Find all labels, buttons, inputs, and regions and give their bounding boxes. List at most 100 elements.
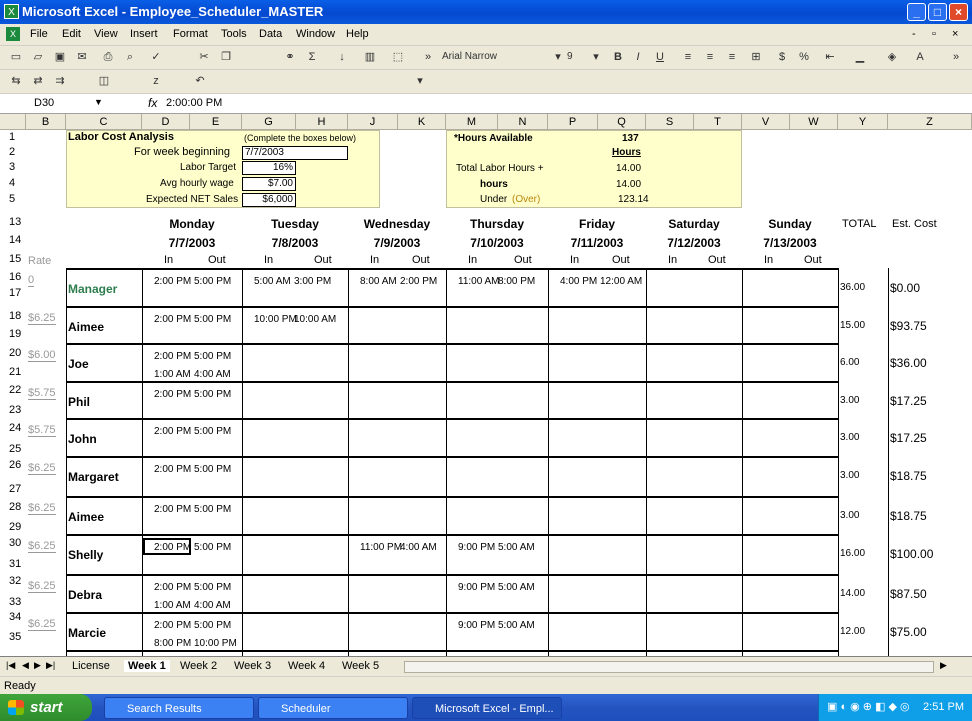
shift-out-0-0[interactable]: 5:00 PM xyxy=(194,276,231,287)
toolbar-more-icon[interactable]: » xyxy=(948,50,964,65)
row-header-19[interactable]: 19 xyxy=(0,327,26,342)
total-cell-8[interactable]: 14.00 xyxy=(840,588,865,599)
row-header-1[interactable]: 1 xyxy=(0,130,26,145)
column-header-n[interactable]: N xyxy=(498,114,548,130)
shift-out-1-1[interactable]: 10:00 AM xyxy=(294,314,336,325)
shift-in-7-3[interactable]: 9:00 PM xyxy=(458,542,495,553)
row-header-28[interactable]: 28 xyxy=(0,500,26,515)
shift2-in-2[interactable]: 1:00 AM xyxy=(154,369,191,380)
shift-out-0-1[interactable]: 3:00 PM xyxy=(294,276,331,287)
row-header-31[interactable]: 31 xyxy=(0,557,26,572)
employee-name-3[interactable]: Phil xyxy=(68,395,90,409)
row-header-24[interactable]: 24 xyxy=(0,421,26,436)
cost-cell-5[interactable]: $18.75 xyxy=(890,469,927,483)
column-header-w[interactable]: W xyxy=(790,114,838,130)
sheet-tab-week4[interactable]: Week 4 xyxy=(288,660,325,672)
sheet-tab-license[interactable]: License xyxy=(72,660,110,672)
menu-tools[interactable]: Tools xyxy=(221,28,247,40)
cost-cell-6[interactable]: $18.75 xyxy=(890,509,927,523)
column-header-p[interactable]: P xyxy=(548,114,598,130)
excel-app-icon[interactable]: X xyxy=(4,4,19,19)
row-header-21[interactable]: 21 xyxy=(0,365,26,380)
rate-cell-3[interactable]: $5.75 xyxy=(28,387,56,400)
start-button[interactable]: start xyxy=(0,694,92,721)
toolbar-options-icon-2[interactable]: ▾ xyxy=(412,74,428,89)
font-name-select[interactable]: Arial Narrow xyxy=(442,51,497,62)
employee-name-8[interactable]: Debra xyxy=(68,588,102,602)
shift-out-9-0[interactable]: 5:00 PM xyxy=(194,620,231,631)
indent-icon[interactable]: ⇤ xyxy=(822,50,838,65)
undo-icon[interactable]: ↶ xyxy=(192,74,208,89)
toolbar-options-icon[interactable]: » xyxy=(420,50,436,65)
week-input[interactable]: 7/7/2003 xyxy=(242,146,348,160)
shift-in-0-3[interactable]: 11:00 AM xyxy=(458,276,500,287)
employee-name-5[interactable]: Margaret xyxy=(68,470,119,484)
row-header-27[interactable]: 27 xyxy=(0,482,26,497)
column-header-c[interactable]: C xyxy=(66,114,142,130)
cost-cell-9[interactable]: $75.00 xyxy=(890,625,927,639)
taskbar-search-results[interactable]: Search Results xyxy=(104,697,254,719)
first-sheet-icon[interactable]: |◀ xyxy=(6,660,15,671)
column-header-s[interactable]: S xyxy=(646,114,694,130)
font-dropdown-icon[interactable]: ▾ xyxy=(550,50,566,65)
menu-file[interactable]: File xyxy=(30,28,48,40)
name-box[interactable]: D30 xyxy=(34,97,54,109)
shift-in-6-0[interactable]: 2:00 PM xyxy=(154,504,191,515)
column-header-z[interactable]: Z xyxy=(888,114,972,130)
row-header-2[interactable]: 2 xyxy=(0,145,26,160)
shift-in-0-4[interactable]: 4:00 PM xyxy=(560,276,597,287)
shift-in-8-0[interactable]: 2:00 PM xyxy=(154,582,191,593)
column-header-k[interactable]: K xyxy=(398,114,446,130)
menu-edit[interactable]: Edit xyxy=(62,28,81,40)
rate-cell-2[interactable]: $6.00 xyxy=(28,349,56,362)
active-cell[interactable] xyxy=(143,538,191,555)
new-icon[interactable]: ▭ xyxy=(8,50,24,65)
save-icon[interactable]: ▣ xyxy=(52,50,68,65)
align-left-icon[interactable]: ≡ xyxy=(680,50,696,65)
column-header-m[interactable]: M xyxy=(446,114,498,130)
align-center-icon[interactable]: ≡ xyxy=(702,50,718,65)
total-cell-6[interactable]: 3.00 xyxy=(840,510,859,521)
total-cell-5[interactable]: 3.00 xyxy=(840,470,859,481)
row-header-32[interactable]: 32 xyxy=(0,574,26,589)
workbook-icon[interactable]: X xyxy=(6,27,20,41)
employee-name-1[interactable]: Aimee xyxy=(68,320,104,334)
tray-icons[interactable]: ▣ ◐ ◉ ⊕ ◧ ◆ ◎ xyxy=(827,694,910,721)
shift-in-3-0[interactable]: 2:00 PM xyxy=(154,389,191,400)
row-header-22[interactable]: 22 xyxy=(0,383,26,398)
print-preview-icon[interactable]: ⌕ xyxy=(122,50,138,65)
row-header-17[interactable]: 17 xyxy=(0,286,26,301)
shift-out-8-3[interactable]: 5:00 AM xyxy=(498,582,535,593)
column-header-g[interactable]: G xyxy=(242,114,296,130)
shift-out-9-3[interactable]: 5:00 AM xyxy=(498,620,535,631)
hyperlink-icon[interactable]: ⚭ xyxy=(282,50,298,65)
employee-name-6[interactable]: Aimee xyxy=(68,510,104,524)
wage-input[interactable]: $7.00 xyxy=(242,177,296,191)
row-header-35[interactable]: 35 xyxy=(0,630,26,645)
italic-icon[interactable]: I xyxy=(630,50,646,65)
rate-cell-8[interactable]: $6.25 xyxy=(28,580,56,593)
shift-in-7-2[interactable]: 11:00 PM xyxy=(360,542,402,553)
shift-in-9-0[interactable]: 2:00 PM xyxy=(154,620,191,631)
doc-minimize-icon[interactable]: - xyxy=(912,28,916,40)
taskbar-excel[interactable]: Microsoft Excel - Empl... xyxy=(412,697,562,719)
total-cell-1[interactable]: 15.00 xyxy=(840,320,865,331)
row-header-5[interactable]: 5 xyxy=(0,192,26,207)
function-icon[interactable]: z xyxy=(148,74,164,89)
cost-cell-2[interactable]: $36.00 xyxy=(890,356,927,370)
cost-cell-4[interactable]: $17.25 xyxy=(890,431,927,445)
cost-cell-1[interactable]: $93.75 xyxy=(890,319,927,333)
shift-out-8-0[interactable]: 5:00 PM xyxy=(194,582,231,593)
print-icon[interactable]: ⎙ xyxy=(100,50,116,65)
menu-insert[interactable]: Insert xyxy=(130,28,158,40)
shift-out-0-4[interactable]: 12:00 AM xyxy=(600,276,642,287)
open-icon[interactable]: ▱ xyxy=(30,50,46,65)
fx-icon[interactable]: fx xyxy=(148,96,157,110)
prev-sheet-icon[interactable]: ◀ xyxy=(22,660,29,671)
employee-name-7[interactable]: Shelly xyxy=(68,548,103,562)
underline-icon[interactable]: U xyxy=(652,50,668,65)
row-header-14[interactable]: 14 xyxy=(0,233,26,248)
copy-icon[interactable]: ❐ xyxy=(218,50,234,65)
row-header-29[interactable]: 29 xyxy=(0,520,26,535)
row-header-15[interactable]: 15 xyxy=(0,252,26,267)
